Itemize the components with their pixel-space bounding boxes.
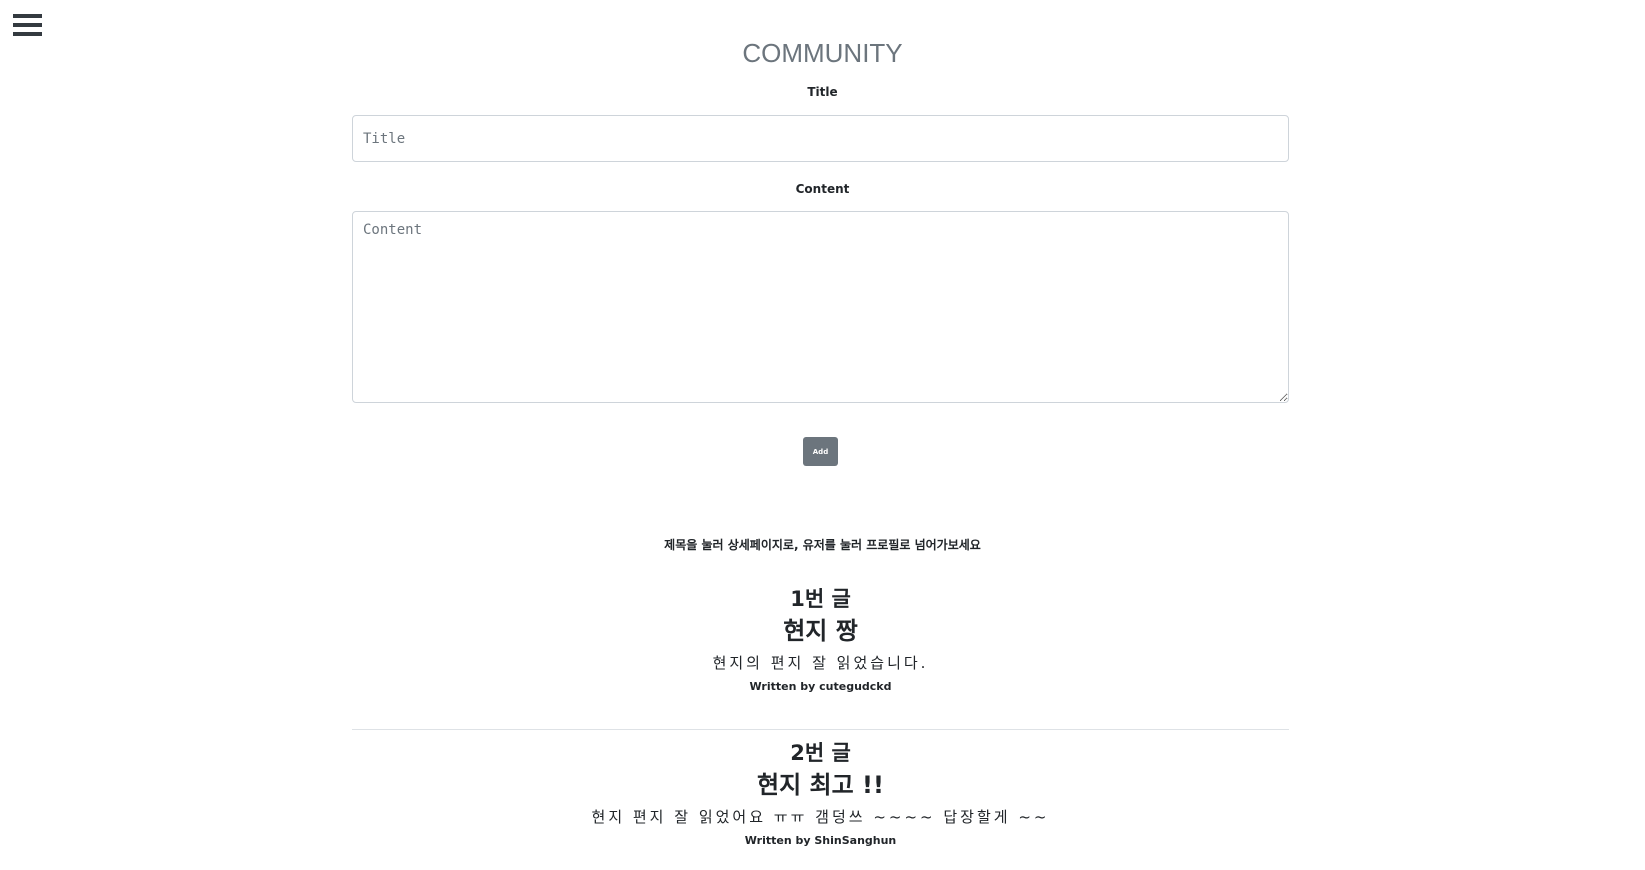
menu-bar [13, 14, 42, 18]
content-textarea[interactable] [352, 211, 1289, 403]
menu-bar [13, 23, 42, 27]
post-content: 현지 편지 잘 읽었어요 ㅠㅠ 갬덩쓰 ~~~~ 답장할게 ~~ [591, 808, 1050, 826]
add-button[interactable]: Add [803, 437, 838, 466]
post-item: 2번 글 현지 최고 !! 현지 편지 잘 읽었어요 ㅠㅠ 갬덩쓰 ~~~~ 답… [352, 738, 1289, 850]
title-input[interactable] [352, 115, 1289, 162]
post-divider [352, 729, 1289, 730]
hamburger-menu-icon[interactable] [13, 14, 42, 40]
page-title: COMMUNITY [742, 38, 903, 68]
post-author-link[interactable]: Written by cutegudckd [352, 678, 1289, 696]
title-label: Title [807, 85, 838, 99]
post-item: 1번 글 현지 짱 현지의 편지 잘 읽었습니다. Written by cut… [352, 584, 1289, 696]
post-number: 1번 글 [790, 587, 851, 611]
hint-text: 제목을 눌러 상세페이지로, 유저를 눌러 프로필로 넘어가보세요 [664, 538, 981, 552]
content-label: Content [795, 182, 850, 196]
post-title-link[interactable]: 현지 최고 !! [352, 768, 1289, 802]
post-content: 현지의 편지 잘 읽었습니다. [712, 654, 929, 672]
post-number: 2번 글 [790, 741, 851, 765]
menu-bar [13, 32, 42, 36]
post-title-link[interactable]: 현지 짱 [352, 614, 1289, 648]
post-author-link[interactable]: Written by ShinSanghun [352, 832, 1289, 850]
